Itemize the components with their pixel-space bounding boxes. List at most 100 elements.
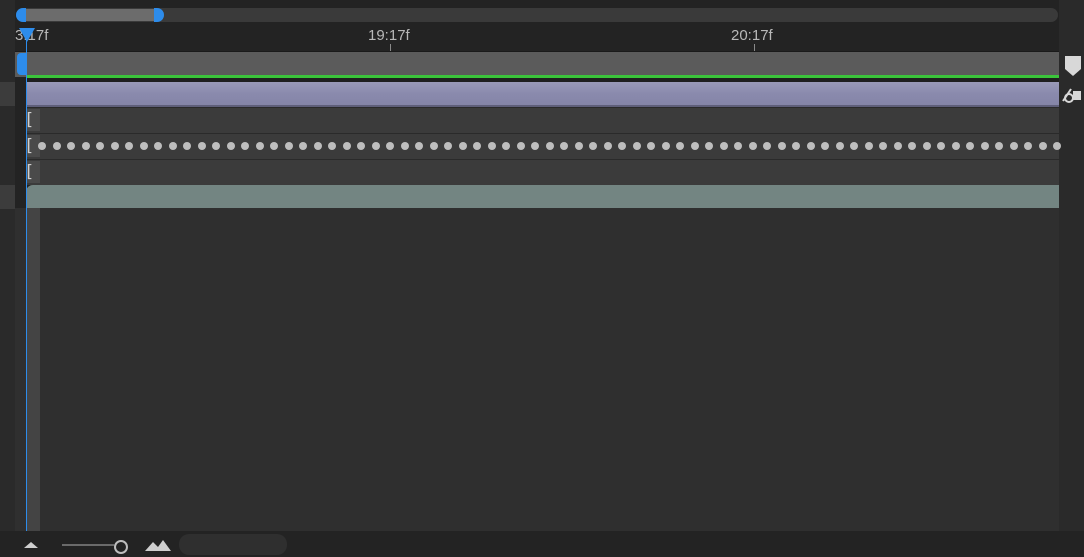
keyframe-dot[interactable]: [719, 142, 728, 150]
keyframe-dot[interactable]: [67, 142, 75, 150]
keyframe-dot[interactable]: [893, 142, 902, 150]
layer-duration-bar[interactable]: [26, 82, 1059, 105]
ruler-tick: [390, 44, 391, 51]
keyframe-dot[interactable]: [951, 142, 960, 150]
snap-icon[interactable]: [1061, 86, 1083, 104]
keyframe-dot[interactable]: [139, 142, 148, 150]
keyframe-dot[interactable]: [661, 142, 670, 150]
keyframe-dot[interactable]: [299, 142, 307, 150]
keyframe-dot[interactable]: [502, 142, 510, 150]
keyframe-dot[interactable]: [690, 142, 699, 150]
gutter-teal-row: [0, 185, 15, 209]
keyframe-dot[interactable]: [574, 142, 583, 150]
keyframe-dot[interactable]: [748, 142, 757, 150]
keyframe-dot[interactable]: [603, 142, 612, 150]
keyframe-dot[interactable]: [386, 142, 394, 150]
keyframe-dot[interactable]: [821, 142, 829, 150]
property-row[interactable]: [26, 159, 1059, 185]
keyframe-dot[interactable]: [458, 142, 467, 150]
keyframe-dot[interactable]: [168, 142, 177, 150]
keyframe-dot[interactable]: [922, 142, 931, 150]
zoom-in-icon[interactable]: [144, 538, 172, 552]
keyframe-dot[interactable]: [154, 142, 162, 150]
keyframe-dot[interactable]: [241, 142, 249, 150]
keyframe-dot[interactable]: [1038, 142, 1047, 150]
keyframe-dot[interactable]: [183, 142, 191, 150]
timeline-stripe: [26, 208, 40, 531]
keyframe-dot[interactable]: [415, 142, 423, 150]
keyframe-dot[interactable]: [429, 142, 438, 150]
keyframe-dot[interactable]: [444, 142, 452, 150]
playhead-line[interactable]: [26, 36, 27, 531]
keyframe-dot[interactable]: [937, 142, 945, 150]
property-row[interactable]: [26, 107, 1059, 133]
keyframe-dot[interactable]: [328, 142, 336, 150]
keyframe-dot[interactable]: [647, 142, 655, 150]
keyframe-dot[interactable]: [908, 142, 916, 150]
keyframe-dot[interactable]: [589, 142, 597, 150]
keyframe-dot[interactable]: [1009, 142, 1018, 150]
left-gutter: [0, 0, 15, 557]
keyframe-dot[interactable]: [966, 142, 974, 150]
keyframe-dot[interactable]: [806, 142, 815, 150]
keyframe-dot[interactable]: [676, 142, 684, 150]
keyframe-dot[interactable]: [763, 142, 771, 150]
keyframe-dot[interactable]: [995, 142, 1003, 150]
keyframe-dot[interactable]: [879, 142, 887, 150]
keyframe-dot[interactable]: [835, 142, 844, 150]
zoom-slider-knob[interactable]: [114, 540, 128, 554]
property-row-keyframes[interactable]: [26, 133, 1059, 159]
keyframe-dot[interactable]: [734, 142, 742, 150]
keyframe-dot[interactable]: [400, 142, 409, 150]
keyframe-dot[interactable]: [980, 142, 989, 150]
keyframe-dot[interactable]: [357, 142, 365, 150]
keyframe-dot[interactable]: [618, 142, 626, 150]
zoom-out-icon[interactable]: [22, 539, 40, 549]
keyframe-dot[interactable]: [371, 142, 380, 150]
right-gutter: [1059, 0, 1084, 557]
horizontal-scrollbar-thumb[interactable]: [179, 534, 287, 555]
keyframe-dot[interactable]: [473, 142, 481, 150]
keyframe-dot[interactable]: [1053, 142, 1061, 150]
time-ruler[interactable]: [15, 24, 1059, 51]
keyframe-dot[interactable]: [110, 142, 119, 150]
keyframe-dot[interactable]: [531, 142, 539, 150]
keyframe-dot[interactable]: [38, 142, 46, 150]
keyframe-dot[interactable]: [560, 142, 568, 150]
keyframe-dot[interactable]: [342, 142, 351, 150]
keyframe-dot[interactable]: [313, 142, 322, 150]
keyframe-dot[interactable]: [792, 142, 800, 150]
composition-start-handle[interactable]: [17, 53, 26, 75]
keyframe-dot[interactable]: [864, 142, 873, 150]
ruler-tick: [754, 44, 755, 51]
keyframe-dot[interactable]: [197, 142, 206, 150]
keyframe-dot[interactable]: [850, 142, 858, 150]
zoom-slider-track[interactable]: [62, 544, 114, 546]
layer-duration-bar-2[interactable]: [26, 185, 1059, 208]
keyframe-dot[interactable]: [255, 142, 264, 150]
keyframe-dot[interactable]: [632, 142, 641, 150]
keyframe-dot[interactable]: [777, 142, 786, 150]
keyframe-dot[interactable]: [96, 142, 104, 150]
keyframe-dot[interactable]: [705, 142, 713, 150]
keyframe-dot[interactable]: [487, 142, 496, 150]
work-area-range[interactable]: [22, 9, 156, 21]
keyframe-dot[interactable]: [545, 142, 554, 150]
playhead-handle[interactable]: [19, 28, 35, 42]
composition-bar[interactable]: [15, 51, 1059, 77]
keyframe-dot[interactable]: [52, 142, 61, 150]
marker-icon[interactable]: [1063, 54, 1083, 78]
work-area-track[interactable]: [16, 8, 1058, 22]
keyframe-dot[interactable]: [516, 142, 525, 150]
keyframe-dot[interactable]: [125, 142, 133, 150]
keyframe-dot[interactable]: [226, 142, 235, 150]
work-area-start-handle[interactable]: [16, 8, 26, 22]
timeline-empty-area[interactable]: [15, 208, 1059, 531]
gutter-layer-row: [0, 82, 15, 106]
keyframe-dot[interactable]: [81, 142, 90, 150]
keyframe-dot[interactable]: [212, 142, 220, 150]
keyframe-dot[interactable]: [1024, 142, 1032, 150]
keyframe-dot[interactable]: [284, 142, 293, 150]
ruler-label-1: 19:17f: [368, 27, 410, 44]
keyframe-dot[interactable]: [270, 142, 278, 150]
